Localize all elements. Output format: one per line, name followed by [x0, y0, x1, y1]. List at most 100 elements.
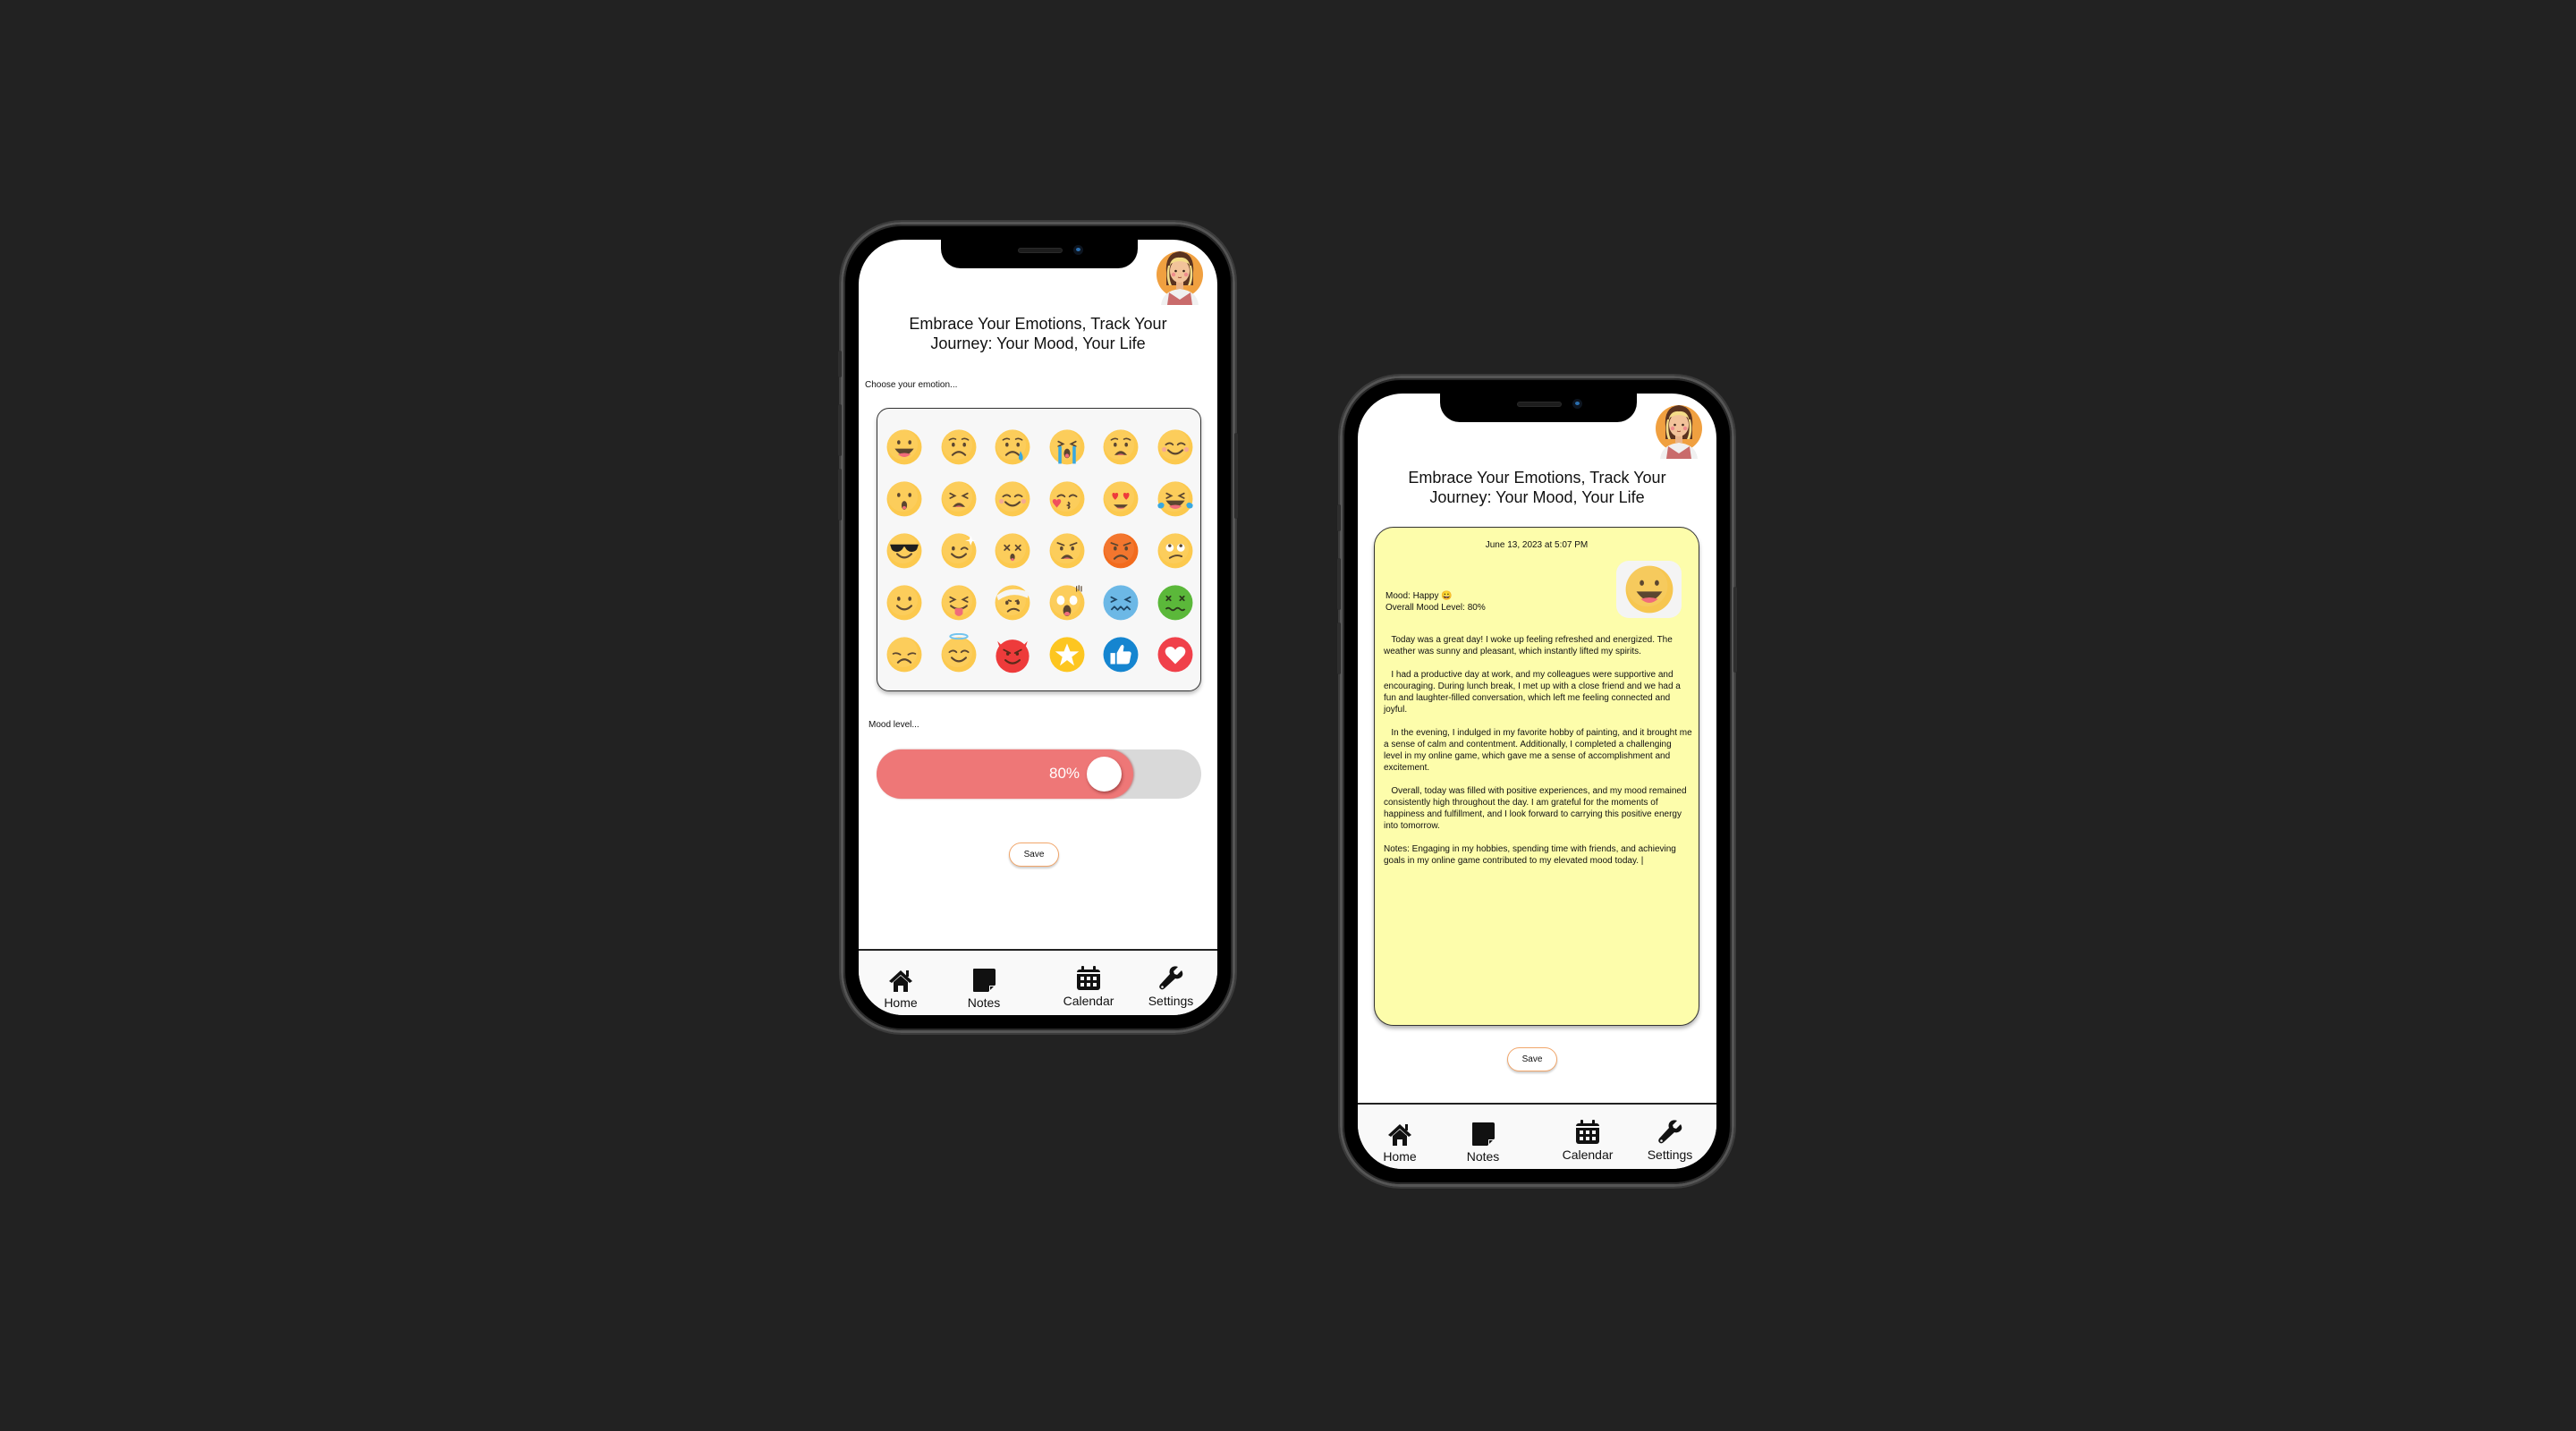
- emotion-loudly-crying[interactable]: [1046, 426, 1088, 467]
- emotion-tears-of-joy[interactable]: [1155, 478, 1196, 519]
- emotion-grid: [877, 408, 1201, 691]
- emotion-angel-halo[interactable]: [938, 633, 979, 674]
- nav-item-calendar[interactable]: Calendar: [1057, 951, 1120, 1015]
- cold-blue-icon: [1103, 585, 1139, 621]
- emotion-tired-squint[interactable]: [938, 478, 979, 519]
- screen: Embrace Your Emotions, Track Your Journe…: [859, 240, 1217, 1015]
- emotion-anguished[interactable]: [1100, 426, 1141, 467]
- nav-item-notes[interactable]: Notes: [953, 951, 1015, 1015]
- thumbs-up-icon: [1103, 637, 1139, 673]
- emotion-angry[interactable]: [1046, 529, 1088, 571]
- nav-item-home[interactable]: Home: [869, 951, 932, 1015]
- nav-item-settings[interactable]: Settings: [1639, 1105, 1701, 1169]
- emotion-sunglasses[interactable]: [884, 529, 925, 571]
- shocked-icon: [1049, 585, 1084, 621]
- mood-level-slider[interactable]: 80%: [877, 749, 1201, 799]
- nav-item-settings[interactable]: Settings: [1140, 951, 1202, 1015]
- title-line-1: Embrace Your Emotions, Track Your: [1408, 469, 1666, 487]
- angry-icon: [1049, 533, 1084, 569]
- nav-item-notes[interactable]: Notes: [1452, 1105, 1514, 1169]
- sad-tear-icon: [995, 429, 1030, 465]
- slider-value: 80%: [1049, 765, 1080, 782]
- anguished-icon: [1103, 429, 1139, 465]
- emotion-winking-sparkle[interactable]: [938, 529, 979, 571]
- emotion-heart[interactable]: [1155, 633, 1196, 674]
- emotion-shocked[interactable]: [1046, 581, 1088, 622]
- pensive-icon: [886, 637, 922, 673]
- selected-emotion-tile: [1616, 561, 1682, 618]
- journal-paragraph: I had a productive day at work, and my c…: [1384, 670, 1683, 715]
- slight-smile-icon: [886, 585, 922, 621]
- nav-label: Settings: [1647, 1147, 1693, 1162]
- journal-text-area[interactable]: Today was a great day! I woke up feeling…: [1384, 634, 1692, 878]
- emotion-kissing-heart[interactable]: [1046, 478, 1088, 519]
- emotion-smiling-blush[interactable]: [992, 478, 1033, 519]
- worried-icon: [941, 429, 976, 465]
- emotion-surprised[interactable]: [884, 478, 925, 519]
- emotion-tongue-squint[interactable]: [938, 581, 979, 622]
- nav-label: Settings: [1148, 994, 1194, 1008]
- entry-date: June 13, 2023 at 5:07 PM: [1485, 540, 1589, 550]
- emotion-devil[interactable]: [992, 633, 1033, 674]
- save-button[interactable]: Save: [1507, 1047, 1557, 1071]
- notch: [1440, 394, 1637, 422]
- tongue-squint-icon: [941, 585, 976, 621]
- page-title: Embrace Your Emotions, Track Your Journe…: [1358, 468, 1716, 507]
- relieved-blush-icon: [1157, 429, 1192, 465]
- journal-entry-card[interactable]: June 13, 2023 at 5:07 PM Mood: Happy 😀 O…: [1374, 527, 1699, 1026]
- emotion-worried[interactable]: [938, 426, 979, 467]
- nav-label: Notes: [1466, 1149, 1500, 1164]
- user-avatar[interactable]: [1156, 246, 1204, 305]
- choose-emotion-label: Choose your emotion...: [865, 380, 958, 390]
- grinning-icon: [886, 429, 922, 465]
- emotion-furious-orange[interactable]: [1100, 529, 1141, 571]
- journal-paragraph: In the evening, I indulged in my favorit…: [1384, 728, 1695, 773]
- mood-summary: Mood: Happy 😀 Overall Mood Level: 80%: [1385, 590, 1486, 614]
- star-icon: [1049, 637, 1084, 673]
- notes-icon: [970, 967, 997, 994]
- page-title: Embrace Your Emotions, Track Your Journe…: [859, 314, 1217, 353]
- emotion-sad-tear[interactable]: [992, 426, 1033, 467]
- mood-line: Mood: Happy 😀: [1385, 591, 1453, 601]
- nav-label: Calendar: [1562, 1147, 1614, 1162]
- emotion-heart-eyes[interactable]: [1100, 478, 1141, 519]
- nav-item-calendar[interactable]: Calendar: [1556, 1105, 1619, 1169]
- journal-paragraph: Today was a great day! I woke up feeling…: [1384, 635, 1675, 656]
- emotion-pensive[interactable]: [884, 633, 925, 674]
- speaker: [1517, 402, 1562, 407]
- journal-paragraph: Overall, today was filled with positive …: [1384, 786, 1690, 831]
- front-camera: [1572, 399, 1582, 409]
- mood-level-label: Mood level...: [869, 720, 919, 730]
- bottom-nav: Home Notes Calendar Settings: [1358, 1103, 1716, 1169]
- slider-knob[interactable]: [1087, 757, 1122, 792]
- emotion-bandaged-head[interactable]: [992, 581, 1033, 622]
- emotion-dizzy-x-eyes[interactable]: [992, 529, 1033, 571]
- user-avatar[interactable]: [1655, 400, 1703, 459]
- loudly-crying-icon: [1049, 429, 1084, 465]
- surprised-icon: [886, 481, 922, 517]
- emotion-slight-smile[interactable]: [884, 581, 925, 622]
- nav-item-home[interactable]: Home: [1368, 1105, 1431, 1169]
- notch: [941, 240, 1138, 268]
- wrench-icon: [1657, 1119, 1683, 1146]
- emotion-thumbs-up[interactable]: [1100, 633, 1141, 674]
- save-button[interactable]: Save: [1009, 843, 1059, 867]
- emotion-relieved-blush[interactable]: [1155, 426, 1196, 467]
- nav-label: Notes: [967, 995, 1001, 1010]
- emotion-eye-roll[interactable]: [1155, 529, 1196, 571]
- grinning-icon: [1625, 565, 1673, 614]
- tears-of-joy-icon: [1157, 481, 1193, 517]
- winking-sparkle-icon: [941, 533, 976, 569]
- calendar-icon: [1075, 965, 1102, 992]
- notes-icon: [1470, 1121, 1496, 1147]
- tired-squint-icon: [941, 481, 976, 517]
- mute-switch: [838, 351, 842, 377]
- emotion-grinning[interactable]: [884, 426, 925, 467]
- emotion-cold-blue[interactable]: [1100, 581, 1141, 622]
- heart-eyes-icon: [1103, 481, 1139, 517]
- volume-up-button: [838, 404, 842, 456]
- emotion-star[interactable]: [1046, 633, 1088, 674]
- volume-up-button: [1337, 558, 1341, 610]
- power-button: [1234, 433, 1238, 519]
- emotion-sick-green[interactable]: [1155, 581, 1196, 622]
